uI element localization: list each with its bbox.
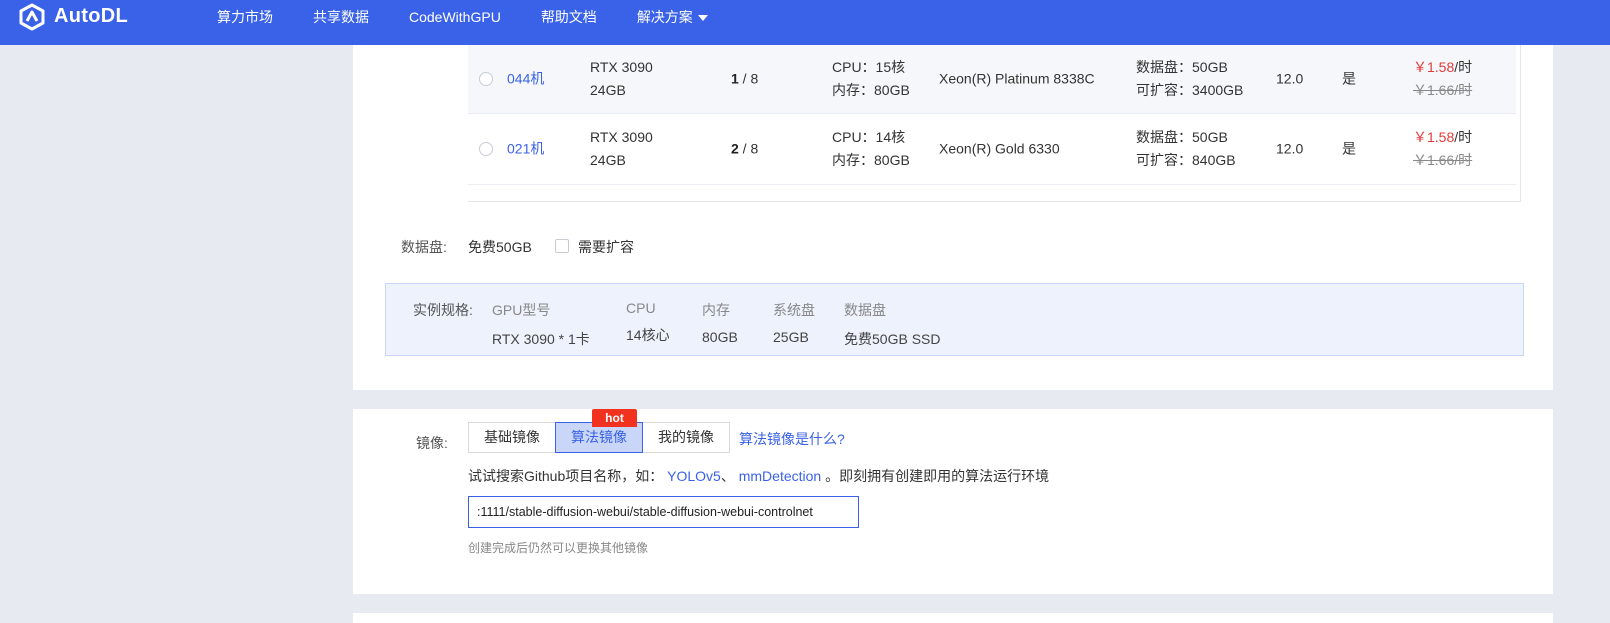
search-hint: 试试搜索Github项目名称，如： YOLOv5、 mmDetection 。即… [468, 466, 1049, 486]
available-flag: 是 [1342, 70, 1356, 87]
cuda-version: 12.0 [1276, 140, 1304, 157]
what-is-algorithm-image-link[interactable]: 算法镜像是什么? [739, 429, 845, 449]
disk-cell: 数据盘：50GB 可扩容：840GB [1136, 126, 1236, 172]
image-card: 镜像: hot 基础镜像 算法镜像 我的镜像 算法镜像是什么? 试试搜索Gith… [353, 409, 1553, 594]
machine-table: 044机 RTX 3090 24GB 1 / 8 CPU：15核 内存：80GB X… [468, 45, 1521, 202]
expand-disk-label[interactable]: 需要扩容 [578, 237, 634, 257]
instance-config-card: 044机 RTX 3090 24GB 1 / 8 CPU：15核 内存：80GB X… [353, 45, 1553, 390]
memory: 内存：80GB [832, 152, 910, 168]
gpu-cell: RTX 3090 24GB [590, 126, 653, 172]
gpu-memory: 24GB [590, 152, 626, 168]
cpu-mem-cell: CPU：15核 内存：80GB [832, 56, 910, 102]
hint-prefix: 试试搜索Github项目名称，如： [468, 468, 664, 484]
image-search-input[interactable]: :1111/stable-diffusion-webui/stable-diff… [468, 496, 859, 528]
gpu-slots: 1 / 8 [731, 68, 758, 91]
nav-item-codewithgpu[interactable]: CodeWithGPU [409, 9, 501, 25]
machine-name[interactable]: 044机 [507, 68, 544, 91]
cpu-mem-cell: CPU：14核 内存：80GB [832, 126, 910, 172]
price-unit: /时 [1454, 129, 1473, 145]
table-row[interactable]: 021机 RTX 3090 24GB 2 / 8 CPU：14核 内存：80GB X… [468, 114, 1516, 185]
spec-cpu: CPU 14核心 [626, 300, 670, 345]
next-section-card [353, 613, 1553, 623]
main-nav: 算力市场 共享数据 CodeWithGPU 帮助文档 解决方案 [217, 0, 748, 33]
autodl-logo-icon [19, 3, 45, 30]
data-disk: 数据盘：50GB [1136, 129, 1228, 145]
data-disk: 数据盘：50GB [1136, 59, 1228, 75]
spec-header: 内存 [702, 302, 730, 318]
free-gpus: 2 [731, 140, 739, 157]
spec-data-disk: 数据盘 免费50GB SSD [844, 300, 940, 349]
logo-text: AutoDL [54, 5, 128, 27]
spec-value: 25GB [773, 329, 809, 345]
cuda-version: 12.0 [1276, 70, 1304, 87]
mmdetection-link[interactable]: mmDetection [739, 468, 821, 484]
total-gpus: / 8 [738, 70, 759, 87]
top-header: AutoDL 算力市场 共享数据 CodeWithGPU 帮助文档 解决方案 [0, 0, 1610, 45]
spec-value: 14核心 [626, 327, 670, 343]
spec-value: RTX 3090 * 1卡 [492, 331, 590, 347]
caret-down-icon [697, 14, 708, 21]
price-cell: ￥1.58/时 ￥1.66/时 [1413, 56, 1472, 102]
price-cell: ￥1.58/时 ￥1.66/时 [1413, 126, 1472, 172]
spec-system-disk: 系统盘 25GB [773, 300, 815, 345]
hint-suffix: 。即刻拥有创建即用的算法运行环境 [821, 468, 1050, 484]
data-disk-label: 数据盘: [401, 239, 447, 255]
instance-spec-box: 实例规格: GPU型号 RTX 3090 * 1卡 CPU 14核心 内存 80… [385, 283, 1524, 356]
nav-item-solutions-label: 解决方案 [636, 8, 693, 25]
nav-item-help-docs[interactable]: 帮助文档 [541, 7, 597, 27]
original-price: ￥1.66/时 [1413, 82, 1473, 98]
spec-value: 80GB [702, 329, 738, 345]
spec-memory: 内存 80GB [702, 300, 738, 345]
image-label: 镜像: [416, 435, 448, 451]
current-price: ￥1.58 [1413, 59, 1455, 75]
spec-gpu: GPU型号 RTX 3090 * 1卡 [492, 300, 590, 349]
gpu-cell: RTX 3090 24GB [590, 56, 653, 102]
price-unit: /时 [1454, 59, 1473, 75]
nav-item-shared-data[interactable]: 共享数据 [313, 7, 369, 27]
available-flag: 是 [1342, 140, 1356, 157]
spec-label: 实例规格: [413, 302, 473, 318]
spec-header: CPU [626, 300, 656, 316]
disk-cell: 数据盘：50GB 可扩容：3400GB [1136, 56, 1243, 102]
nav-item-compute-market[interactable]: 算力市场 [217, 7, 273, 27]
tab-my-image[interactable]: 我的镜像 [642, 422, 730, 453]
original-price: ￥1.66/时 [1413, 152, 1473, 168]
yolov5-link[interactable]: YOLOv5 [667, 468, 721, 484]
hint-separator: 、 [720, 468, 735, 484]
cpu-model: Xeon(R) Gold 6330 [939, 140, 1060, 157]
spec-header: GPU型号 [492, 302, 551, 318]
gpu-model: RTX 3090 [590, 59, 653, 75]
gpu-slots: 2 / 8 [731, 138, 758, 161]
memory: 内存：80GB [832, 82, 910, 98]
gpu-memory: 24GB [590, 82, 626, 98]
total-gpus: / 8 [738, 140, 759, 157]
cpu-model: Xeon(R) Platinum 8338C [939, 70, 1095, 87]
current-price: ￥1.58 [1413, 129, 1455, 145]
expandable-disk: 可扩容：3400GB [1136, 82, 1244, 98]
machine-name[interactable]: 021机 [507, 138, 544, 161]
table-row[interactable]: 044机 RTX 3090 24GB 1 / 8 CPU：15核 内存：80GB X… [468, 45, 1516, 114]
cpu-cores: CPU：15核 [832, 59, 906, 75]
radio-button[interactable] [479, 72, 493, 86]
gpu-model: RTX 3090 [590, 129, 653, 145]
expandable-disk: 可扩容：840GB [1136, 152, 1236, 168]
hot-badge: hot [592, 409, 637, 427]
spec-value: 免费50GB SSD [844, 331, 941, 347]
logo[interactable]: AutoDL [18, 0, 128, 33]
image-note: 创建完成后仍然可以更换其他镜像 [468, 541, 649, 555]
data-disk-free: 免费50GB [468, 239, 532, 255]
radio-button[interactable] [479, 142, 493, 156]
spec-header: 系统盘 [773, 302, 815, 318]
tab-base-image[interactable]: 基础镜像 [468, 422, 556, 453]
free-gpus: 1 [731, 70, 739, 87]
nav-item-solutions[interactable]: 解决方案 [637, 7, 708, 27]
expand-disk-checkbox[interactable] [555, 239, 569, 253]
spec-header: 数据盘 [844, 302, 886, 318]
cpu-cores: CPU：14核 [832, 129, 906, 145]
